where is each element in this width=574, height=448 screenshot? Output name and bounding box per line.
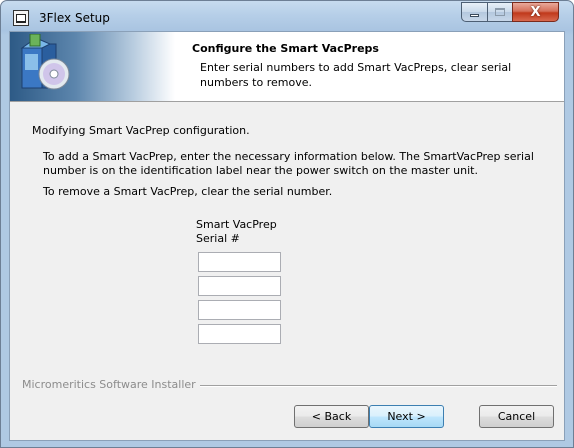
- add-instructions: To add a Smart VacPrep, enter the necess…: [43, 150, 534, 177]
- minimize-button[interactable]: [461, 2, 488, 22]
- serial-number-input-1[interactable]: [198, 252, 281, 272]
- setup-window: 3Flex Setup X Configure the Smart VacPre…: [0, 0, 574, 448]
- setup-cd-icon: [20, 34, 70, 90]
- close-button[interactable]: X: [512, 2, 559, 22]
- serial-header-line-2: Serial #: [196, 232, 240, 245]
- modifying-text: Modifying Smart VacPrep configuration.: [32, 124, 250, 137]
- header-banner: [10, 32, 175, 101]
- header-subtitle: Enter serial numbers to add Smart VacPre…: [200, 61, 512, 89]
- wizard-header: Configure the Smart VacPreps Enter seria…: [10, 32, 564, 102]
- application-icon[interactable]: [13, 10, 29, 26]
- cancel-button[interactable]: Cancel: [479, 405, 554, 428]
- back-button[interactable]: < Back: [294, 405, 369, 428]
- serial-column-header: Smart VacPrep Serial #: [196, 218, 306, 246]
- serial-number-input-4[interactable]: [198, 324, 281, 344]
- minimize-icon: [470, 13, 479, 17]
- maximize-icon: [495, 8, 505, 16]
- window-title: 3Flex Setup: [39, 11, 110, 25]
- installer-label: Micromeritics Software Installer: [22, 378, 200, 391]
- close-icon: X: [530, 4, 541, 20]
- remove-instructions: To remove a Smart VacPrep, clear the ser…: [43, 185, 333, 198]
- serial-number-input-3[interactable]: [198, 300, 281, 320]
- dialog-client-area: Configure the Smart VacPreps Enter seria…: [9, 31, 565, 441]
- maximize-button[interactable]: [487, 2, 513, 22]
- title-bar[interactable]: 3Flex Setup X: [1, 1, 573, 35]
- next-button[interactable]: Next >: [369, 405, 444, 428]
- serial-header-line-1: Smart VacPrep: [196, 218, 277, 231]
- serial-number-input-2[interactable]: [198, 276, 281, 296]
- header-title: Configure the Smart VacPreps: [192, 42, 379, 55]
